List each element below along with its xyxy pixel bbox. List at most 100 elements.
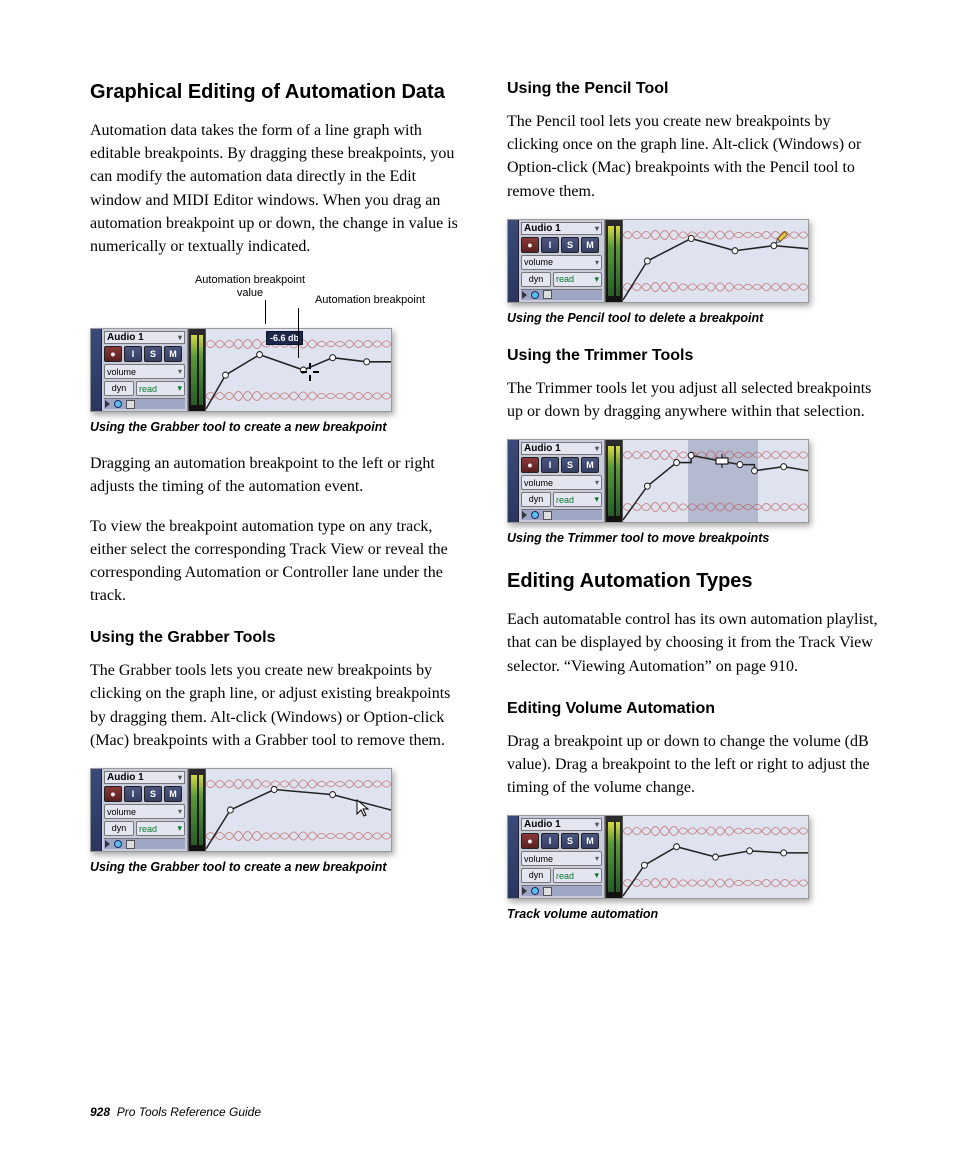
- input-button[interactable]: I: [541, 457, 559, 473]
- view-selector-label: volume: [107, 367, 136, 377]
- automation-mode-selector[interactable]: read▾: [136, 821, 185, 836]
- mute-button[interactable]: M: [164, 346, 182, 362]
- track-name-label: Audio 1: [107, 332, 144, 343]
- automation-lane[interactable]: [623, 440, 808, 522]
- lane-tool-icon[interactable]: [126, 400, 135, 409]
- solo-button[interactable]: S: [144, 786, 162, 802]
- page-number: 928: [90, 1105, 110, 1119]
- dropdown-icon: ▾: [177, 823, 182, 834]
- view-selector-volume[interactable]: volume▾: [521, 851, 602, 866]
- figure-annotations: Automation breakpoint value Automation b…: [90, 274, 390, 324]
- heading-grabber-tools: Using the Grabber Tools: [90, 629, 467, 647]
- view-selector-volume[interactable]: volume▾: [104, 804, 185, 819]
- track-name[interactable]: Audio 1▾: [521, 818, 602, 831]
- input-button[interactable]: I: [124, 346, 142, 362]
- annotation-line-1: [265, 300, 266, 324]
- record-button[interactable]: ●: [521, 237, 539, 253]
- dropdown-icon: ▾: [595, 258, 599, 267]
- view-selector-volume[interactable]: volume ▾: [521, 475, 602, 490]
- mute-button[interactable]: M: [164, 786, 182, 802]
- para-r3: Each automatable control has its own aut…: [507, 608, 884, 678]
- dropdown-icon: ▾: [595, 224, 599, 233]
- book-title: Pro Tools Reference Guide: [117, 1105, 261, 1119]
- columns: Graphical Editing of Automation Data Aut…: [90, 80, 884, 939]
- automation-line: [206, 769, 391, 851]
- input-button[interactable]: I: [541, 833, 559, 849]
- lane-tool-icon[interactable]: [126, 840, 135, 849]
- para-r2: The Trimmer tools let you adjust all sel…: [507, 377, 884, 423]
- track-name[interactable]: Audio 1 ▾: [104, 331, 185, 344]
- heading-trimmer-tools: Using the Trimmer Tools: [507, 347, 884, 365]
- automation-mode-label: read: [139, 384, 157, 394]
- solo-button[interactable]: S: [561, 833, 579, 849]
- track-name-label: Audio 1: [524, 223, 561, 234]
- heading-volume-automation: Editing Volume Automation: [507, 700, 884, 718]
- record-button[interactable]: ●: [521, 457, 539, 473]
- dyn-button[interactable]: dyn: [521, 868, 551, 883]
- figure-pencil: Audio 1 ▾ ● I S M volume ▾ dynread▾: [507, 219, 884, 303]
- lane-controls: [104, 838, 185, 849]
- record-button[interactable]: ●: [104, 346, 122, 362]
- dyn-button[interactable]: dyn: [521, 272, 551, 287]
- view-selector-volume[interactable]: volume ▾: [521, 255, 602, 270]
- solo-button[interactable]: S: [561, 457, 579, 473]
- para-r4: Drag a breakpoint up or down to change t…: [507, 730, 884, 800]
- view-selector-label: volume: [107, 807, 136, 817]
- view-selector-label: volume: [524, 257, 553, 267]
- automation-lane[interactable]: [206, 769, 391, 851]
- annotation-line-2: [298, 308, 299, 358]
- input-button[interactable]: I: [541, 237, 559, 253]
- automation-mode-label: read: [556, 871, 574, 881]
- automation-mode-selector[interactable]: read ▾: [136, 381, 185, 396]
- dropdown-icon: ▾: [178, 367, 182, 376]
- solo-button[interactable]: S: [144, 346, 162, 362]
- level-meter: [605, 816, 623, 898]
- expand-icon[interactable]: [522, 511, 527, 519]
- track-panel: Audio 1▾ ●ISM volume ▾ dynread▾: [508, 440, 605, 522]
- para-4: The Grabber tools lets you create new br…: [90, 659, 467, 752]
- dropdown-icon: ▾: [595, 478, 599, 487]
- automation-mode-label: read: [556, 495, 574, 505]
- solo-button[interactable]: S: [561, 237, 579, 253]
- automation-line: [623, 220, 808, 302]
- view-selector-volume[interactable]: volume ▾: [104, 364, 185, 379]
- track-name[interactable]: Audio 1▾: [104, 771, 185, 784]
- figure-trimmer: Audio 1▾ ●ISM volume ▾ dynread▾: [507, 439, 884, 523]
- automation-mode-selector[interactable]: read ▾: [553, 868, 602, 883]
- figure-grabber-annotated: Audio 1 ▾ ● I S M volume: [90, 328, 467, 412]
- expand-icon[interactable]: [105, 400, 110, 408]
- dropdown-icon: ▾: [594, 870, 599, 881]
- mute-button[interactable]: M: [581, 833, 599, 849]
- lane-tool-icon[interactable]: [543, 887, 552, 896]
- caption-pencil: Using the Pencil tool to delete a breakp…: [507, 311, 884, 325]
- dyn-button[interactable]: dyn: [104, 821, 134, 836]
- input-button[interactable]: I: [124, 786, 142, 802]
- para-r1: The Pencil tool lets you create new brea…: [507, 110, 884, 203]
- left-column: Graphical Editing of Automation Data Aut…: [90, 80, 467, 939]
- view-selector-label: volume: [524, 478, 553, 488]
- lane-controls: [521, 885, 602, 896]
- automation-lane[interactable]: [623, 816, 808, 898]
- record-button[interactable]: ●: [521, 833, 539, 849]
- dropdown-icon: ▾: [178, 333, 182, 342]
- track-name[interactable]: Audio 1▾: [521, 442, 602, 455]
- automation-lane[interactable]: [623, 220, 808, 302]
- right-column: Using the Pencil Tool The Pencil tool le…: [507, 80, 884, 939]
- expand-icon[interactable]: [105, 840, 110, 848]
- mute-button[interactable]: M: [581, 457, 599, 473]
- lane-tool-icon[interactable]: [543, 290, 552, 299]
- automation-line: [623, 440, 808, 522]
- lane-tool-icon[interactable]: [543, 511, 552, 520]
- heading-pencil-tool: Using the Pencil Tool: [507, 80, 884, 98]
- expand-icon[interactable]: [522, 887, 527, 895]
- automation-mode-selector[interactable]: read▾: [553, 492, 602, 507]
- dyn-button[interactable]: dyn: [104, 381, 134, 396]
- mute-button[interactable]: M: [581, 237, 599, 253]
- dyn-button[interactable]: dyn: [521, 492, 551, 507]
- expand-icon[interactable]: [522, 291, 527, 299]
- automation-mode-selector[interactable]: read▾: [553, 272, 602, 287]
- level-meter: [188, 329, 206, 411]
- record-button[interactable]: ●: [104, 786, 122, 802]
- track-name-label: Audio 1: [524, 443, 561, 454]
- track-name[interactable]: Audio 1 ▾: [521, 222, 602, 235]
